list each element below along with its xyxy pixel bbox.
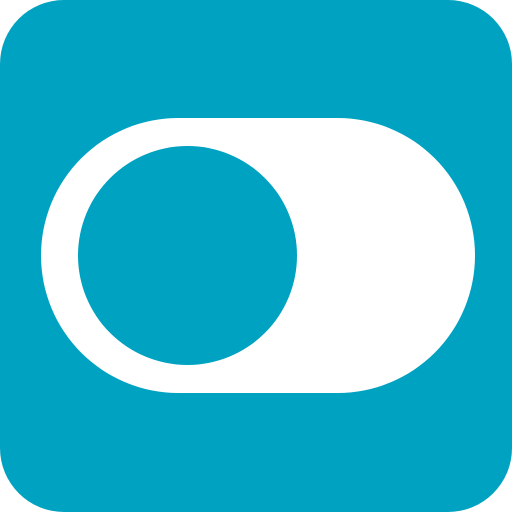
toggle-track (41, 118, 475, 393)
toggle-switch-app-icon (0, 0, 512, 512)
toggle-knob (78, 146, 297, 365)
